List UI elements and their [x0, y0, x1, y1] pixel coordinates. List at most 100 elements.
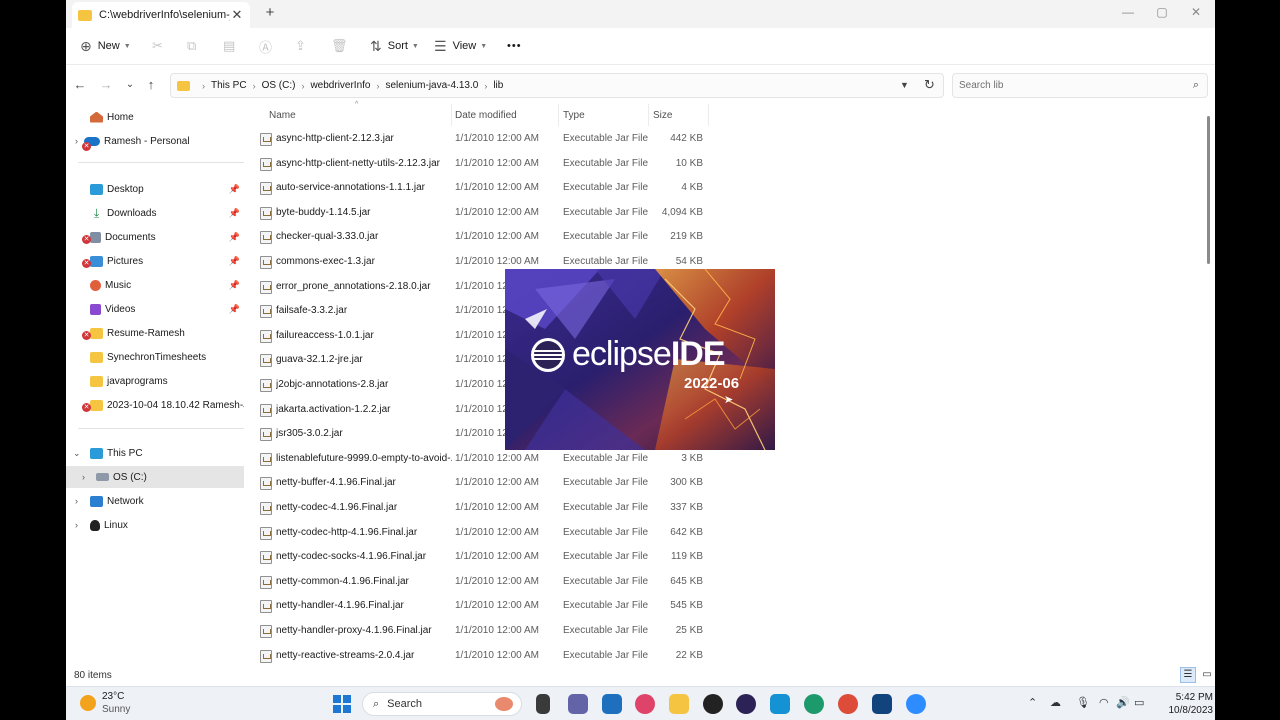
microphone-icon[interactable]: 🎙 [1076, 696, 1090, 709]
tab-current-folder[interactable]: C:\webdriverInfo\selenium-ja ✕ [72, 2, 250, 28]
nav-documents[interactable]: ✕ Documents 📌 [66, 226, 244, 248]
file-name: netty-reactive-streams-2.0.4.jar [276, 649, 415, 661]
column-divider[interactable] [451, 104, 452, 126]
forward-button[interactable]: → [98, 77, 114, 93]
paste-icon[interactable]: ▤ [223, 37, 235, 55]
chrome-icon[interactable] [838, 694, 858, 714]
refresh-icon[interactable]: ↻ [924, 77, 935, 93]
nav-synechron-timesheets[interactable]: SynechronTimesheets [66, 346, 244, 368]
file-row[interactable]: netty-codec-socks-4.1.96.Final.jar 1/1/20… [256, 545, 716, 569]
eclipse-icon[interactable] [736, 694, 756, 714]
file-row[interactable]: netty-handler-4.1.96.Final.jar 1/1/2010 1… [256, 594, 716, 618]
copy-icon[interactable]: ⧉ [187, 37, 196, 55]
task-view-icon[interactable] [536, 694, 550, 714]
weather-temperature[interactable]: 23°C [102, 691, 124, 702]
cut-icon[interactable]: ✂ [152, 37, 163, 55]
nav-home[interactable]: Home [66, 106, 244, 128]
nav-desktop[interactable]: Desktop 📌 [66, 178, 244, 200]
details-view-button[interactable]: ☰ [1180, 667, 1196, 683]
file-row[interactable]: async-http-client-2.12.3.jar 1/1/2010 12:… [256, 127, 716, 151]
address-bar[interactable]: › This PC › OS (C:) › webdriverInfo › se… [170, 73, 944, 98]
nav-onedrive[interactable]: › ✕ Ramesh - Personal [66, 130, 244, 152]
nav-pictures[interactable]: ✕ Pictures 📌 [66, 250, 244, 272]
column-divider[interactable] [708, 104, 709, 126]
breadcrumb-selenium-java[interactable]: selenium-java-4.13.0 [385, 80, 478, 91]
column-header-size[interactable]: Size [653, 110, 672, 122]
maximize-button[interactable]: ▢ [1152, 4, 1172, 20]
file-row[interactable]: checker-qual-3.33.0.jar 1/1/2010 12:00 AM… [256, 225, 716, 249]
column-header-name[interactable]: Name [269, 110, 296, 122]
file-row[interactable]: auto-service-annotations-1.1.1.jar 1/1/20… [256, 176, 716, 200]
file-name: failureaccess-1.0.1.jar [276, 329, 374, 341]
chevron-up-icon[interactable]: ⌃ [1028, 696, 1037, 709]
column-divider[interactable] [648, 104, 649, 126]
sort-button[interactable]: ⇅ Sort ▼ [370, 37, 419, 55]
column-header-type[interactable]: Type [563, 110, 585, 122]
breadcrumb-this-pc[interactable]: This PC [211, 80, 247, 91]
chevron-right-icon: › [75, 520, 78, 530]
large-icons-view-button[interactable]: ▭ [1199, 667, 1215, 683]
view-button[interactable]: ☰ View ▼ [434, 37, 487, 55]
nav-music[interactable]: Music 📌 [66, 274, 244, 296]
share-icon[interactable]: ⇪ [295, 37, 306, 55]
address-dropdown-icon[interactable]: ▼ [900, 80, 909, 90]
edge-icon[interactable] [804, 694, 824, 714]
recent-locations-button[interactable]: ⌄ [122, 77, 138, 93]
file-name: byte-buddy-1.14.5.jar [276, 206, 371, 218]
delete-icon[interactable]: 🗑 [331, 37, 348, 55]
file-row[interactable]: async-http-client-netty-utils-2.12.3.jar… [256, 152, 716, 176]
file-row[interactable]: netty-common-4.1.96.Final.jar 1/1/2010 12… [256, 570, 716, 594]
wifi-icon[interactable]: ◠ [1099, 696, 1109, 709]
start-button[interactable] [333, 695, 351, 713]
search-icon: ⌕ [1192, 79, 1199, 91]
onedrive-tray-icon[interactable]: ☁ [1050, 696, 1061, 709]
back-button[interactable]: ← [72, 77, 88, 93]
breadcrumb-webdriverinfo[interactable]: webdriverInfo [310, 80, 370, 91]
file-row[interactable]: netty-buffer-4.1.96.Final.jar 1/1/2010 12… [256, 471, 716, 495]
file-row[interactable]: netty-codec-4.1.96.Final.jar 1/1/2010 12:… [256, 496, 716, 520]
breadcrumb-lib[interactable]: lib [493, 80, 503, 91]
nav-network[interactable]: › Network [66, 490, 244, 512]
nav-ramesh-javas-folder[interactable]: ✕ 2023-10-04 18.10.42 Ramesh-JavaS [66, 394, 244, 416]
column-header-date-modified[interactable]: Date modified [455, 110, 517, 122]
battery-icon[interactable]: ▭ [1134, 696, 1144, 709]
up-button[interactable]: ↑ [143, 77, 159, 93]
file-row[interactable]: listenablefuture-9999.0-empty-to-avoid-.… [256, 447, 716, 471]
nav-os-c[interactable]: › OS (C:) [66, 466, 244, 488]
file-row[interactable]: byte-buddy-1.14.5.jar 1/1/2010 12:00 AM Ex… [256, 201, 716, 225]
search-input[interactable]: Search lib ⌕ [952, 73, 1208, 98]
weather-condition[interactable]: Sunny [102, 704, 130, 715]
file-explorer-icon[interactable] [669, 694, 689, 714]
file-row[interactable]: netty-codec-http-4.1.96.Final.jar 1/1/201… [256, 521, 716, 545]
nav-videos[interactable]: Videos 📌 [66, 298, 244, 320]
file-row[interactable]: netty-reactive-streams-2.0.4.jar 1/1/2010… [256, 644, 716, 668]
nav-resume-ramesh[interactable]: ✕ Resume-Ramesh [66, 322, 244, 344]
dell-icon[interactable] [703, 694, 723, 714]
breadcrumb-os-c[interactable]: OS (C:) [262, 80, 296, 91]
nav-linux[interactable]: › Linux [66, 514, 244, 536]
taskbar-search[interactable]: ⌕ Search [362, 692, 522, 716]
sun-icon[interactable] [80, 695, 96, 711]
volume-icon[interactable]: 🔊 [1116, 696, 1130, 709]
nav-downloads[interactable]: ⤓ Downloads 📌 [66, 202, 244, 224]
minimize-button[interactable]: — [1118, 4, 1138, 20]
vertical-scrollbar[interactable] [1207, 116, 1210, 264]
rename-icon[interactable]: Ⓐ [259, 37, 272, 55]
teams-chat-icon[interactable] [568, 694, 588, 714]
app-icon[interactable] [770, 694, 790, 714]
nav-javaprograms[interactable]: javaprograms [66, 370, 244, 392]
nav-this-pc[interactable]: ⌄ This PC [66, 442, 244, 464]
file-name: jsr305-3.0.2.jar [276, 428, 343, 440]
column-divider[interactable] [558, 104, 559, 126]
zoom-icon[interactable] [906, 694, 926, 714]
close-window-button[interactable]: ✕ [1186, 4, 1206, 20]
microsoft-store-icon[interactable] [602, 694, 622, 714]
intellij-icon[interactable] [872, 694, 892, 714]
new-tab-button[interactable]: + [262, 5, 278, 21]
more-options-button[interactable]: ••• [507, 37, 522, 55]
file-row[interactable]: netty-handler-proxy-4.1.96.Final.jar 1/1/… [256, 619, 716, 643]
firefox-icon[interactable] [635, 694, 655, 714]
new-button[interactable]: ⊕ New ▼ [80, 37, 131, 55]
close-tab-icon[interactable]: ✕ [230, 7, 244, 23]
taskbar-clock[interactable]: 5:42 PM 10/8/2023 [1153, 691, 1214, 717]
